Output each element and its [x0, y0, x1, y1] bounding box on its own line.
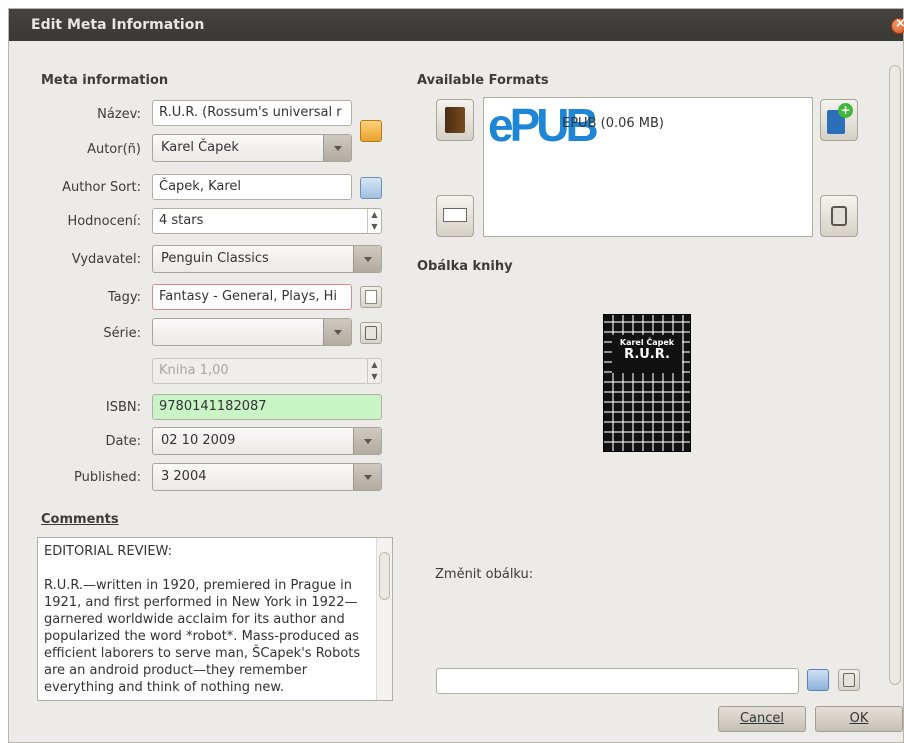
swap-icon[interactable] — [360, 120, 382, 142]
cancel-label: Cancel — [739, 711, 785, 726]
isbn-field[interactable]: 9780141182087 — [152, 394, 382, 420]
title-bar: Edit Meta Information — [9, 9, 903, 41]
browse-folder-icon[interactable] — [807, 669, 829, 691]
tag-editor-glyph — [365, 290, 377, 304]
published-label: Published: — [74, 470, 141, 485]
chevron-down-icon — [353, 464, 381, 490]
dialog-title: Edit Meta Information — [31, 17, 205, 33]
author-sort-field[interactable]: Čapek, Karel — [152, 174, 352, 200]
format-item-epub[interactable]: EPUB (0.06 MB) — [562, 116, 664, 131]
book-glyph — [445, 107, 465, 133]
book-cover-image: Karel Čapek R.U.R. — [603, 314, 691, 452]
formats-title: Available Formats — [417, 73, 549, 88]
rating-value: 4 stars — [159, 213, 204, 228]
tags-field[interactable]: Fantasy - General, Plays, Hi — [152, 284, 352, 310]
title-label: Název: — [97, 107, 141, 122]
edit-meta-dialog: Edit Meta Information Meta information N… — [8, 8, 904, 743]
ok-button[interactable]: OK — [815, 706, 903, 732]
author-combo[interactable]: Karel Čapek — [152, 134, 352, 162]
series-index-spin: ▲ ▼ — [367, 359, 381, 383]
meta-section-title: Meta information — [41, 73, 169, 88]
cover-path-field[interactable] — [436, 668, 799, 694]
rating-label: Hodnocení: — [67, 214, 141, 229]
title-field[interactable]: R.U.R. (Rossum's universal r — [152, 100, 352, 126]
trash-glyph-large — [831, 206, 847, 226]
published-combo[interactable]: 3 2004 — [152, 463, 382, 491]
trash-glyph — [365, 326, 377, 340]
ok-label: OK — [849, 711, 869, 726]
text-glyph — [443, 208, 467, 222]
change-cover-label: Změnit obálku: — [435, 567, 533, 582]
published-value: 3 2004 — [161, 469, 207, 484]
date-value: 02 10 2009 — [161, 433, 236, 448]
sort-arrow-icon[interactable] — [360, 177, 382, 199]
rating-spin-buttons[interactable]: ▲ ▼ — [367, 209, 381, 233]
publisher-value: Penguin Classics — [161, 251, 269, 266]
dialog-scrollbar[interactable] — [888, 59, 902, 699]
edit-text-icon[interactable] — [436, 195, 474, 237]
epub-logo-icon: ePUB — [488, 100, 599, 150]
author-label: Autor(ñ) — [1, 142, 141, 157]
series-clear-icon[interactable] — [360, 322, 382, 344]
change-cover-label-text: Změnit obálku: — [435, 567, 534, 582]
dialog-scroll-thumb[interactable] — [889, 65, 901, 685]
author-sort-label: Author Sort: — [62, 180, 141, 195]
publisher-combo[interactable]: Penguin Classics — [152, 245, 382, 273]
isbn-label: ISBN: — [105, 400, 141, 415]
comments-scroll-thumb[interactable] — [379, 552, 390, 600]
tag-editor-icon[interactable] — [360, 286, 382, 308]
cover-book-title: R.U.R. — [624, 347, 670, 362]
series-combo[interactable] — [152, 318, 352, 346]
close-icon[interactable] — [891, 16, 904, 34]
tags-label: Tagy: — [107, 290, 141, 305]
date-combo[interactable]: 02 10 2009 — [152, 427, 382, 455]
chevron-down-icon — [353, 428, 381, 454]
comments-title: Comments — [41, 512, 119, 527]
reset-cover-icon[interactable] — [838, 669, 860, 691]
chevron-down-icon — [323, 319, 351, 345]
publisher-label: Vydavatel: — [71, 252, 141, 267]
chevron-down-icon — [323, 135, 351, 161]
book-icon[interactable] — [436, 99, 474, 141]
series-index-spinbox: Kniha 1,00 ▲ ▼ — [152, 358, 382, 384]
plus-icon: + — [838, 103, 853, 118]
author-label-text: Autor(ñ) — [87, 142, 141, 157]
series-index-value: Kniha 1,00 — [159, 363, 229, 378]
cover-title: Obálka knihy — [417, 259, 513, 274]
cover-text-block: Karel Čapek R.U.R. — [612, 335, 682, 373]
cancel-button[interactable]: Cancel — [718, 706, 806, 732]
cover-author: Karel Čapek — [619, 338, 675, 347]
comments-editor[interactable]: EDITORIAL REVIEW: R.U.R.—written in 1920… — [37, 537, 393, 701]
reset-cover-glyph — [843, 673, 855, 687]
author-value: Karel Čapek — [161, 140, 239, 155]
series-label: Série: — [103, 326, 141, 341]
trash-icon[interactable] — [820, 195, 858, 237]
rating-spinbox[interactable]: 4 stars ▲ ▼ — [152, 208, 382, 234]
comments-text: EDITORIAL REVIEW: R.U.R.—written in 1920… — [44, 544, 361, 695]
comments-scrollbar[interactable] — [376, 538, 392, 700]
formats-list[interactable]: ePUB EPUB (0.06 MB) — [483, 97, 813, 237]
date-label: Date: — [105, 434, 141, 449]
chevron-down-icon — [353, 246, 381, 272]
add-format-icon[interactable]: + — [820, 99, 858, 141]
